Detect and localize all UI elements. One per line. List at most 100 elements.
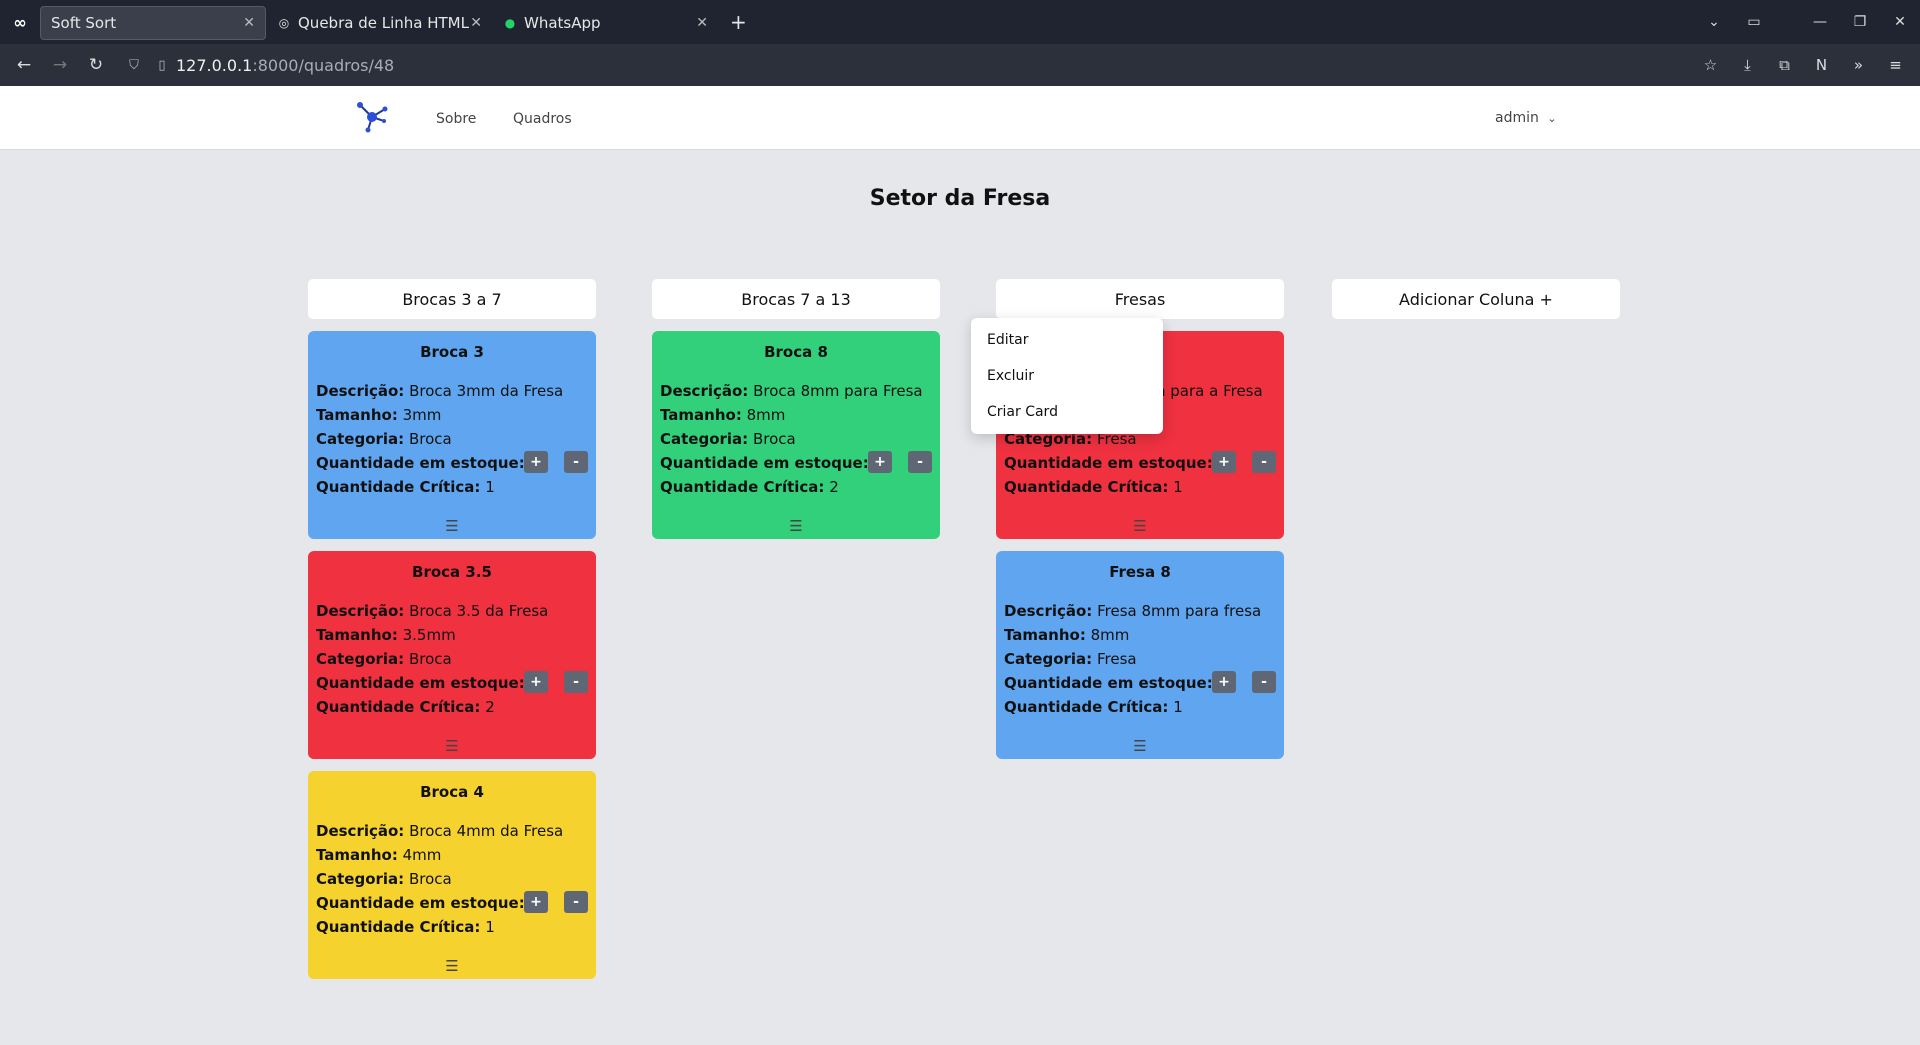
restore-icon[interactable]: ❐	[1840, 14, 1880, 30]
add-column-button[interactable]: Adicionar Coluna +	[1332, 279, 1620, 319]
logo-icon[interactable]	[354, 99, 390, 135]
increment-button[interactable]: +	[1212, 451, 1236, 473]
menu-item-excluir[interactable]: Excluir	[987, 368, 1034, 384]
field-value: Broca	[408, 430, 452, 448]
back-arrow-icon[interactable]: ←	[6, 55, 42, 75]
card[interactable]: Broca 3 Descrição: Broca 3mm da Fresa Ta…	[308, 331, 596, 539]
field-label: Quantidade em estoque:	[316, 674, 525, 692]
drag-handle-icon[interactable]: ☰	[996, 517, 1284, 535]
card-field-categoria: Categoria: Broca	[316, 430, 452, 448]
column-header[interactable]: Fresas	[996, 279, 1284, 319]
app-header: Sobre Quadros admin ⌄	[0, 86, 1920, 150]
column-header[interactable]: Brocas 7 a 13	[652, 279, 940, 319]
shield-icon[interactable]: ⛉	[120, 58, 148, 73]
field-value: Fresa 8mm para fresa	[1097, 602, 1262, 620]
nav-link-quadros[interactable]: Quadros	[513, 111, 572, 127]
decrement-button[interactable]: -	[1252, 671, 1276, 693]
overflow-chevrons-icon[interactable]: »	[1840, 56, 1877, 74]
field-label: Quantidade em estoque:	[316, 454, 525, 472]
field-label: Tamanho:	[1004, 626, 1086, 644]
decrement-button[interactable]: -	[564, 891, 588, 913]
column-context-menu: Editar Excluir Criar Card	[971, 318, 1163, 434]
increment-button[interactable]: +	[1212, 671, 1236, 693]
field-label: Descrição:	[316, 382, 405, 400]
sidebar-icon[interactable]: ▭	[1734, 14, 1774, 30]
new-tab-button[interactable]: +	[718, 10, 759, 34]
user-menu[interactable]: admin ⌄	[1495, 110, 1557, 126]
field-label: Quantidade Crítica:	[316, 478, 481, 496]
card-field-descricao: Descrição: Broca 8mm para Fresa	[660, 382, 923, 400]
browser-menu-icon[interactable]: ∞	[0, 0, 40, 44]
decrement-button[interactable]: -	[564, 451, 588, 473]
card[interactable]: Broca 8 Descrição: Broca 8mm para Fresa …	[652, 331, 940, 539]
decrement-button[interactable]: -	[1252, 451, 1276, 473]
card-field-critica: Quantidade Crítica: 2	[316, 698, 495, 716]
field-value: 1	[485, 918, 495, 936]
field-value: Broca 4mm da Fresa	[409, 822, 564, 840]
card[interactable]: Broca 4 Descrição: Broca 4mm da Fresa Ta…	[308, 771, 596, 979]
notion-icon[interactable]: N	[1803, 56, 1840, 74]
drag-handle-icon[interactable]: ☰	[308, 737, 596, 755]
card-title: Broca 4	[420, 783, 484, 801]
tab-quebra-de-linha[interactable]: ◎ Quebra de Linha HTML ✕	[266, 6, 492, 40]
forward-arrow-icon[interactable]: →	[42, 55, 78, 75]
field-value: Broca	[752, 430, 796, 448]
field-label: Categoria:	[316, 650, 405, 668]
field-label: Descrição:	[660, 382, 749, 400]
drag-handle-icon[interactable]: ☰	[996, 737, 1284, 755]
increment-button[interactable]: +	[524, 891, 548, 913]
close-icon[interactable]: ✕	[696, 15, 708, 31]
menu-item-editar[interactable]: Editar	[987, 332, 1028, 348]
increment-button[interactable]: +	[524, 671, 548, 693]
nav-link-sobre[interactable]: Sobre	[436, 111, 476, 127]
increment-button[interactable]: +	[868, 451, 892, 473]
drag-handle-icon[interactable]: ☰	[308, 957, 596, 975]
card-field-quantidade: Quantidade em estoque: 2	[316, 454, 539, 472]
field-label: Descrição:	[1004, 602, 1093, 620]
card-title: Broca 3	[420, 343, 484, 361]
chevron-down-icon[interactable]: ⌄	[1694, 14, 1734, 30]
card-field-critica: Quantidade Crítica: 1	[316, 918, 495, 936]
card-field-tamanho: Tamanho: 3.5mm	[316, 626, 456, 644]
field-value: 2	[829, 478, 839, 496]
drag-handle-icon[interactable]: ☰	[652, 517, 940, 535]
field-label: Tamanho:	[316, 626, 398, 644]
close-icon[interactable]: ✕	[470, 15, 482, 31]
url-bar[interactable]: ⛉ ▯ 127.0.0.1:8000/quadros/48	[120, 50, 1680, 80]
field-value: Broca	[408, 870, 452, 888]
field-value: 1	[485, 478, 495, 496]
increment-button[interactable]: +	[524, 451, 548, 473]
page-icon: ▯	[158, 57, 166, 73]
decrement-button[interactable]: -	[564, 671, 588, 693]
card[interactable]: Broca 3.5 Descrição: Broca 3.5 da Fresa …	[308, 551, 596, 759]
menu-icon[interactable]: ≡	[1877, 56, 1914, 74]
extensions-icon[interactable]: ⧉	[1766, 56, 1803, 74]
card-field-categoria: Categoria: Broca	[316, 870, 452, 888]
card-field-quantidade: Quantidade em estoque: 1	[1004, 454, 1227, 472]
field-value: Fresa	[1096, 650, 1137, 668]
card-field-categoria: Categoria: Broca	[660, 430, 796, 448]
card-field-descricao: Descrição: Fresa 8mm para fresa	[1004, 602, 1261, 620]
field-value: Broca 8mm para Fresa	[753, 382, 923, 400]
card[interactable]: Fresa 8 Descrição: Fresa 8mm para fresa …	[996, 551, 1284, 759]
chevron-down-icon: ⌄	[1547, 112, 1557, 125]
column-header[interactable]: Brocas 3 a 7	[308, 279, 596, 319]
card-field-critica: Quantidade Crítica: 1	[1004, 698, 1183, 716]
reload-icon[interactable]: ↻	[78, 55, 114, 75]
drag-handle-icon[interactable]: ☰	[308, 517, 596, 535]
card-field-quantidade: Quantidade em estoque: 3	[1004, 674, 1227, 692]
decrement-button[interactable]: -	[908, 451, 932, 473]
field-value: 1	[1173, 698, 1183, 716]
field-value: Broca 3.5 da Fresa	[409, 602, 549, 620]
bookmark-star-icon[interactable]: ☆	[1692, 56, 1729, 74]
tab-whatsapp[interactable]: ● WhatsApp ✕	[492, 6, 718, 40]
toolbar-icons: ☆ ⤓ ⧉ N » ≡	[1692, 44, 1914, 86]
download-icon[interactable]: ⤓	[1729, 56, 1766, 74]
card-field-critica: Quantidade Crítica: 1	[316, 478, 495, 496]
minimize-icon[interactable]: —	[1800, 14, 1840, 30]
close-icon[interactable]: ✕	[243, 15, 255, 31]
menu-item-criar-card[interactable]: Criar Card	[987, 404, 1058, 420]
field-label: Tamanho:	[660, 406, 742, 424]
tab-soft-sort[interactable]: Soft Sort ✕	[40, 6, 266, 40]
close-window-icon[interactable]: ✕	[1880, 14, 1920, 30]
